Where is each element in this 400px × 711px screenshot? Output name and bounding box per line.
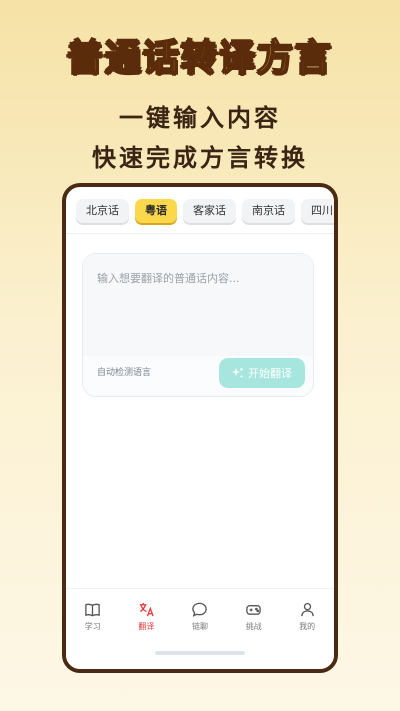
dialect-tab-bar: 北京话 粤语 客家话 南京话 四川 <box>66 199 334 229</box>
nav-translate-label: 翻译 <box>138 622 155 631</box>
bottom-nav: 学习 翻译 链聊 挑战 我的 <box>66 588 334 669</box>
translate-icon <box>139 602 154 617</box>
tab-hakka[interactable]: 客家话 <box>183 199 236 223</box>
nav-chat[interactable]: 链聊 <box>177 601 223 632</box>
nav-profile[interactable]: 我的 <box>284 601 330 632</box>
book-icon <box>85 603 101 617</box>
tab-cantonese[interactable]: 粤语 <box>135 199 177 223</box>
sparkle-icon <box>232 368 243 378</box>
tab-divider <box>66 233 334 234</box>
tab-beijing[interactable]: 北京话 <box>76 199 129 223</box>
text-input-area[interactable]: 输入想要翻译的普通话内容... <box>83 254 313 356</box>
phone-frame: 北京话 粤语 客家话 南京话 四川 输入想要翻译的普通话内容... 自动检测语言… <box>62 183 338 673</box>
chat-bubble-icon <box>192 602 208 617</box>
person-icon <box>300 602 314 617</box>
nav-challenge-label: 挑战 <box>245 622 262 631</box>
gamepad-icon <box>246 605 261 615</box>
nav-learn[interactable]: 学习 <box>70 601 116 632</box>
tab-sichuan[interactable]: 四川 <box>301 199 334 223</box>
home-indicator <box>155 651 245 655</box>
promo-subtitle-line1: 一键输入内容 <box>119 104 281 132</box>
tab-nanjing[interactable]: 南京话 <box>242 199 295 223</box>
start-translate-label: 开始翻译 <box>248 367 292 380</box>
input-placeholder: 输入想要翻译的普通话内容... <box>97 272 240 285</box>
nav-chat-label: 链聊 <box>191 622 208 631</box>
nav-translate[interactable]: 翻译 <box>123 601 169 632</box>
promo-title: 普通话转译方言 <box>66 36 333 79</box>
nav-profile-label: 我的 <box>299 622 316 631</box>
start-translate-button[interactable]: 开始翻译 <box>219 358 305 388</box>
input-card: 输入想要翻译的普通话内容... 自动检测语言 开始翻译 <box>82 253 314 397</box>
nav-challenge[interactable]: 挑战 <box>231 601 277 632</box>
auto-detect-label[interactable]: 自动检测语言 <box>97 365 151 378</box>
promo-subtitle-line2: 快速完成方言转换 <box>92 144 308 172</box>
nav-learn-label: 学习 <box>84 622 101 631</box>
